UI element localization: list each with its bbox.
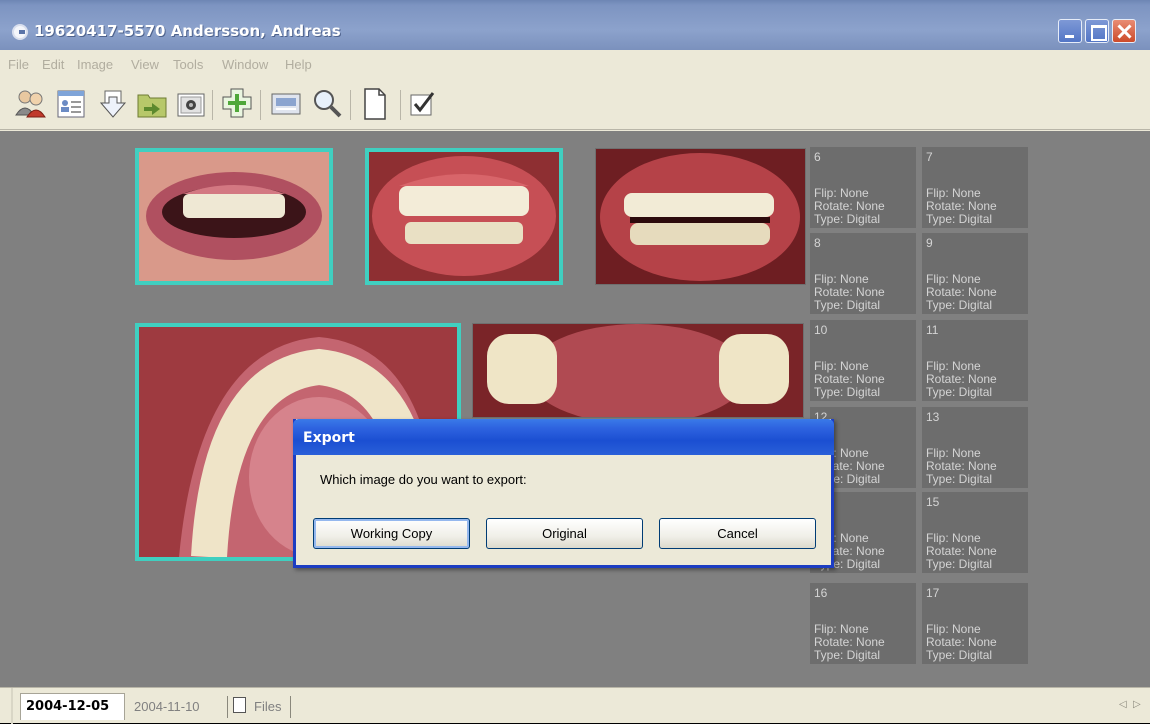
image-tile-11[interactable]: 11 Flip: None Rotate: None Type: Digital xyxy=(922,320,1028,401)
blank-page-icon[interactable] xyxy=(356,85,392,123)
tile-type: Type: Digital xyxy=(814,212,881,226)
image-tile-17[interactable]: 17 Flip: None Rotate: None Type: Digital xyxy=(922,583,1028,664)
tile-number: 7 xyxy=(926,150,933,164)
menu-view[interactable]: View xyxy=(131,57,159,72)
tab-bar-edge xyxy=(11,688,13,724)
original-button[interactable]: Original xyxy=(486,518,643,549)
tile-number: 10 xyxy=(814,323,828,337)
app-logo-icon xyxy=(12,24,28,40)
tile-number: 17 xyxy=(926,586,940,600)
file-icon xyxy=(233,697,246,713)
patients-icon[interactable] xyxy=(13,85,49,123)
checklist-icon[interactable] xyxy=(404,85,440,123)
tile-type: Type: Digital xyxy=(926,648,993,662)
tab-separator xyxy=(227,696,228,718)
tile-number: 15 xyxy=(926,495,940,509)
tile-type: Type: Digital xyxy=(814,298,881,312)
date-tab-bar: 2004-12-05 2004-11-10 Files ◁ ▷ xyxy=(0,687,1150,724)
add-cross-icon[interactable] xyxy=(219,85,255,123)
menu-window[interactable]: Window xyxy=(222,57,268,72)
dialog-message: Which image do you want to export: xyxy=(320,472,527,487)
toolbar-separator xyxy=(260,90,261,120)
scanner-icon[interactable] xyxy=(268,85,304,123)
image-tile-8[interactable]: 8 Flip: None Rotate: None Type: Digital xyxy=(810,233,916,314)
tile-number: 8 xyxy=(814,236,821,250)
tile-type: Type: Digital xyxy=(814,385,881,399)
title-bar[interactable]: 19620417-5570 Andersson, Andreas xyxy=(0,0,1150,50)
image-workspace: 6 Flip: None Rotate: None Type: Digital … xyxy=(0,131,1150,687)
menu-file[interactable]: File xyxy=(8,57,29,72)
export-dialog: Export Which image do you want to export… xyxy=(293,419,834,568)
menu-image[interactable]: Image xyxy=(77,57,113,72)
tile-number: 9 xyxy=(926,236,933,250)
tab-date-2004-12-05[interactable]: 2004-12-05 xyxy=(26,699,109,714)
import-icon[interactable] xyxy=(95,85,131,123)
tile-type: Type: Digital xyxy=(926,557,993,571)
tile-type: Type: Digital xyxy=(926,212,993,226)
magnifier-icon[interactable] xyxy=(309,85,345,123)
image-tile-9[interactable]: 9 Flip: None Rotate: None Type: Digital xyxy=(922,233,1028,314)
tile-type: Type: Digital xyxy=(926,472,993,486)
close-button[interactable] xyxy=(1112,19,1136,43)
application-window: 19620417-5570 Andersson, Andreas File Ed… xyxy=(0,0,1150,724)
minimize-button[interactable] xyxy=(1058,19,1082,43)
tile-number: 6 xyxy=(814,150,821,164)
tile-type: Type: Digital xyxy=(926,298,993,312)
patient-card-icon[interactable] xyxy=(53,85,89,123)
toolbar-separator xyxy=(400,90,401,120)
photo-intraoral-open[interactable] xyxy=(595,148,806,285)
menu-bar: File Edit Image View Tools Window Help xyxy=(0,50,1150,80)
tile-number: 11 xyxy=(926,323,939,337)
dialog-title-bar[interactable]: Export xyxy=(293,419,834,455)
toolbar xyxy=(0,80,1150,130)
tab-files[interactable]: Files xyxy=(254,699,281,714)
toolbar-separator xyxy=(212,90,213,120)
tile-type: Type: Digital xyxy=(814,648,881,662)
image-tile-13[interactable]: 13 Flip: None Rotate: None Type: Digital xyxy=(922,407,1028,488)
tab-separator xyxy=(290,696,291,718)
toolbar-separator xyxy=(350,90,351,120)
window-title: 19620417-5570 Andersson, Andreas xyxy=(34,22,341,40)
folder-import-icon[interactable] xyxy=(134,85,170,123)
image-tile-10[interactable]: 10 Flip: None Rotate: None Type: Digital xyxy=(810,320,916,401)
image-tile-16[interactable]: 16 Flip: None Rotate: None Type: Digital xyxy=(810,583,916,664)
menu-edit[interactable]: Edit xyxy=(42,57,64,72)
tile-type: Type: Digital xyxy=(926,385,993,399)
maximize-button[interactable] xyxy=(1085,19,1109,43)
scroll-right-icon[interactable]: ▷ xyxy=(1133,699,1141,710)
menu-tools[interactable]: Tools xyxy=(173,57,203,72)
tile-number: 13 xyxy=(926,410,940,424)
photo-intraoral-frontal[interactable] xyxy=(365,148,563,285)
camera-icon[interactable] xyxy=(173,85,209,123)
menu-help[interactable]: Help xyxy=(285,57,312,72)
scroll-left-icon[interactable]: ◁ xyxy=(1119,699,1127,710)
tab-date-2004-11-10[interactable]: 2004-11-10 xyxy=(134,699,200,714)
image-tile-7[interactable]: 7 Flip: None Rotate: None Type: Digital xyxy=(922,147,1028,228)
photo-occlusal-lower[interactable] xyxy=(472,323,804,418)
dialog-title: Export xyxy=(303,430,355,446)
image-tile-15[interactable]: 15 Flip: None Rotate: None Type: Digital xyxy=(922,492,1028,573)
cancel-button[interactable]: Cancel xyxy=(659,518,816,549)
tile-number: 16 xyxy=(814,586,828,600)
working-copy-button[interactable]: Working Copy xyxy=(313,518,470,549)
image-tile-6[interactable]: 6 Flip: None Rotate: None Type: Digital xyxy=(810,147,916,228)
photo-smile-frontal[interactable] xyxy=(135,148,333,285)
